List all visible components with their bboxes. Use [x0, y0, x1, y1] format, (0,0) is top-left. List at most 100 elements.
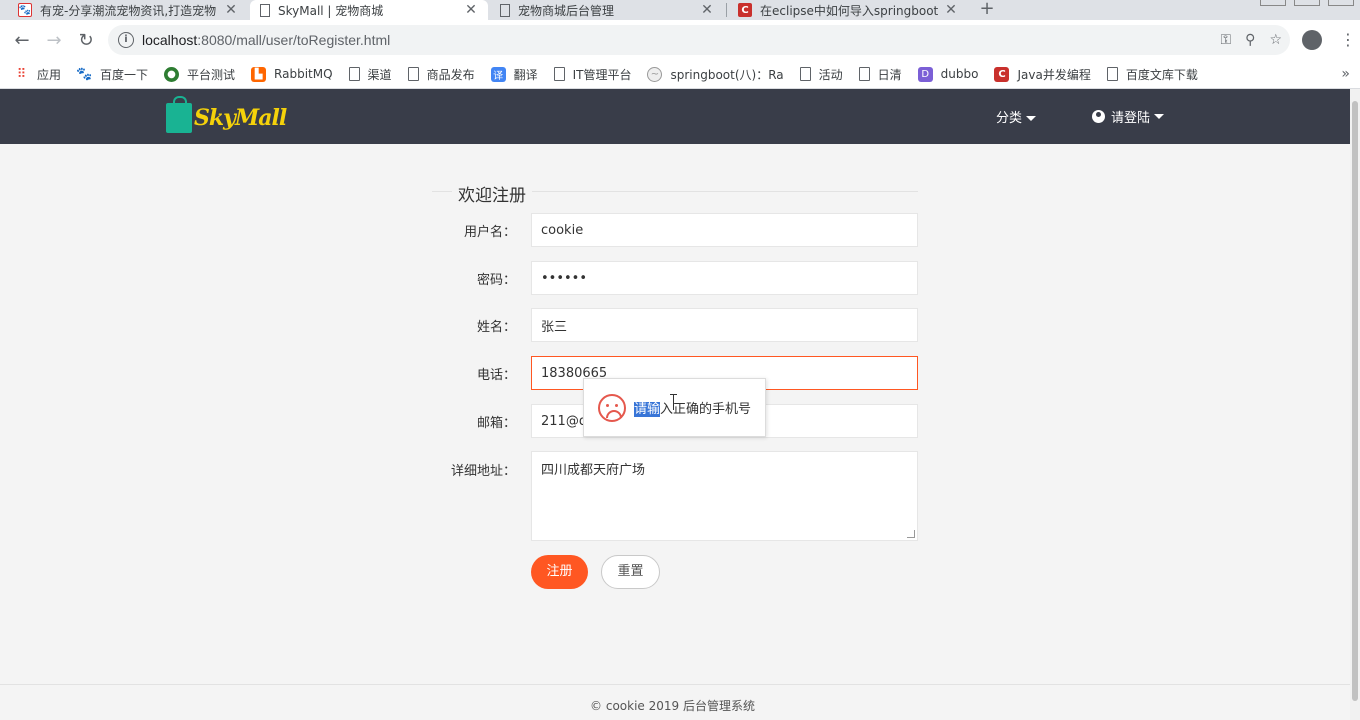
caret-down-icon — [1154, 114, 1165, 119]
chevron-right-icon[interactable]: » — [1341, 66, 1350, 82]
address-bar[interactable]: i localhost:8080/mall/user/toRegister.ht… — [108, 25, 1290, 55]
username-field[interactable]: cookie — [531, 213, 918, 247]
bookmark-label: 百度一下 — [100, 67, 149, 82]
star-icon[interactable]: ☆ — [1269, 32, 1282, 48]
bookmark-java[interactable]: C Java并发编程 — [994, 66, 1091, 83]
platform-icon: ● — [164, 66, 180, 82]
phone-label: 电话： — [476, 368, 516, 383]
bookmark-label: 日清 — [877, 67, 902, 82]
apps-grid-icon: ⠿ — [16, 66, 27, 82]
name-field[interactable]: 张三 — [531, 308, 918, 342]
user-icon — [1092, 110, 1105, 123]
browser-toolbar: ← → ↻ i localhost:8080/mall/user/toRegis… — [0, 20, 1360, 60]
page-icon — [799, 67, 811, 81]
browser-tab-strip: 🐾 有宠-分享潮流宠物资讯,打造宠物 ✕ SkyMall | 宠物商城 ✕ 宠物… — [0, 0, 1360, 20]
url-host: localhost — [142, 32, 198, 48]
page-scrollbar[interactable] — [1350, 89, 1360, 720]
caret-down-icon — [1026, 116, 1037, 121]
translate-icon: 译 — [490, 66, 506, 82]
password-label: 密码： — [476, 273, 516, 288]
bookmark-label: 平台测试 — [187, 67, 236, 82]
logo-text: SkyMall — [194, 105, 287, 131]
bookmark-label: dubbo — [940, 67, 979, 81]
name-label: 姓名： — [476, 320, 516, 335]
address-value: 四川成都天府广场 — [541, 463, 646, 478]
tab-label: 宠物商城后台管理 — [518, 3, 615, 18]
username-label: 用户名： — [463, 225, 516, 240]
shopping-bag-icon — [166, 96, 192, 133]
tab-separator — [726, 3, 727, 17]
minimize-button[interactable] — [1260, 0, 1286, 6]
bookmark-label: Java并发编程 — [1017, 67, 1091, 82]
bookmark-apps[interactable]: ⠿ 应用 — [14, 66, 61, 83]
forward-icon[interactable]: → — [38, 24, 70, 56]
bookmark-label: 翻译 — [513, 67, 538, 82]
info-icon[interactable]: i — [118, 32, 134, 48]
reload-icon[interactable]: ↻ — [70, 24, 102, 56]
footer-divider — [0, 684, 1350, 685]
bookmark-label: 活动 — [818, 67, 843, 82]
address-textarea[interactable]: 四川成都天府广场 — [531, 451, 918, 541]
back-icon[interactable]: ← — [6, 24, 38, 56]
profile-avatar-icon[interactable] — [1302, 30, 1322, 50]
bookmark-label: 商品发布 — [426, 67, 475, 82]
tab-label: 在eclipse中如何导入springboot — [760, 3, 938, 18]
bookmark-publish[interactable]: 商品发布 — [407, 66, 475, 83]
scrollbar-thumb[interactable] — [1352, 101, 1358, 701]
zoom-icon[interactable]: ⚲ — [1245, 32, 1255, 48]
bookmark-label: IT管理平台 — [572, 67, 632, 82]
password-field[interactable]: •••••• — [531, 261, 918, 295]
skymall-logo[interactable]: SkyMall — [166, 96, 296, 137]
tab-skymall[interactable]: SkyMall | 宠物商城 ✕ — [250, 0, 488, 20]
register-button[interactable]: 注册 — [531, 555, 588, 589]
bookmarks-bar: ⠿ 应用 🐾 百度一下 ● 平台测试 ▙ RabbitMQ 渠道 商品发布 译 … — [0, 60, 1360, 89]
tab-eclipse[interactable]: C 在eclipse中如何导入springboot ✕ — [728, 0, 968, 20]
tab-youchong[interactable]: 🐾 有宠-分享潮流宠物资讯,打造宠物 ✕ — [8, 0, 248, 20]
window-close-button[interactable] — [1328, 0, 1354, 6]
nav-category-menu[interactable]: 分类 — [996, 107, 1037, 126]
bookmark-wenku[interactable]: 百度文库下载 — [1106, 66, 1198, 83]
rabbitmq-icon: ▙ — [251, 66, 267, 82]
tab-label: SkyMall | 宠物商城 — [278, 3, 384, 18]
text-cursor-icon — [670, 394, 677, 410]
nav-login-label: 请登陆 — [1111, 111, 1151, 126]
bookmark-rabbitmq[interactable]: ▙ RabbitMQ — [251, 66, 333, 82]
reset-button[interactable]: 重置 — [601, 555, 660, 589]
bookmark-dubbo[interactable]: D dubbo — [917, 66, 979, 82]
close-icon[interactable]: ✕ — [464, 2, 478, 18]
bookmark-it-platform[interactable]: IT管理平台 — [553, 66, 632, 83]
bookmark-activity[interactable]: 活动 — [799, 66, 843, 83]
browser-menu-icon[interactable]: ⋮ — [1340, 28, 1356, 52]
bookmark-label: springboot(八)：Ra — [670, 67, 784, 82]
resize-grip-icon[interactable] — [907, 530, 915, 538]
page-icon — [260, 3, 270, 17]
page-icon — [858, 67, 870, 81]
form-title: 欢迎注册 — [452, 181, 532, 206]
bookmark-platform[interactable]: ● 平台测试 — [164, 66, 235, 83]
window-controls — [1260, 0, 1354, 6]
url-path: :8080/mall/user/toRegister.html — [197, 32, 391, 48]
bookmark-springboot[interactable]: ~ springboot(八)：Ra — [647, 66, 784, 83]
bookmark-label: 渠道 — [367, 67, 392, 82]
tab-label: 有宠-分享潮流宠物资讯,打造宠物 — [40, 3, 217, 18]
close-icon[interactable]: ✕ — [944, 2, 958, 18]
bookmark-label: 应用 — [37, 67, 62, 82]
new-tab-button[interactable]: + — [976, 0, 998, 20]
close-icon[interactable]: ✕ — [224, 2, 238, 18]
bookmark-label: 百度文库下载 — [1125, 67, 1198, 82]
dubbo-icon: D — [917, 66, 933, 82]
nav-category-label: 分类 — [996, 111, 1023, 126]
bookmark-daily[interactable]: 日清 — [858, 66, 902, 83]
bookmark-translate[interactable]: 译 翻译 — [490, 66, 538, 83]
site-header: SkyMall 分类 请登陆 — [0, 89, 1350, 144]
bookmark-baidu[interactable]: 🐾 百度一下 — [76, 66, 149, 83]
page-icon — [407, 67, 419, 81]
nav-login-menu[interactable]: 请登陆 — [1092, 107, 1165, 126]
key-icon[interactable]: ⚿ — [1221, 32, 1232, 48]
maximize-button[interactable] — [1294, 0, 1320, 6]
tab-admin[interactable]: 宠物商城后台管理 ✕ — [490, 0, 724, 20]
bookmark-channel[interactable]: 渠道 — [348, 66, 392, 83]
url-text[interactable]: localhost:8080/mall/user/toRegister.html — [142, 32, 390, 48]
email-label: 邮箱： — [476, 416, 516, 431]
close-icon[interactable]: ✕ — [700, 2, 714, 18]
